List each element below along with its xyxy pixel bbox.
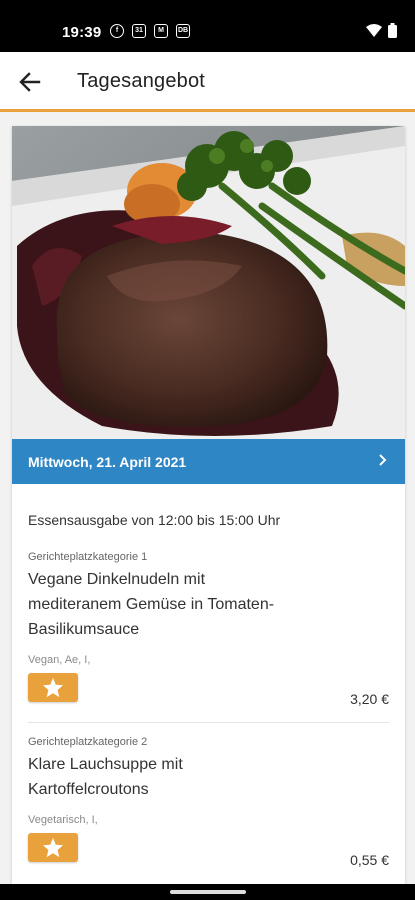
battery-icon <box>388 23 397 38</box>
divider <box>28 722 389 723</box>
back-button[interactable] <box>16 68 44 96</box>
app-screen: Tagesangebot Mittwoch, 21. April 2021 Es… <box>0 52 415 884</box>
system-icons <box>366 23 397 38</box>
notification-icons: f 31 M DB <box>110 24 190 38</box>
dish-name: Vegane Dinkelnudeln mit mediteranem Gemü… <box>28 567 389 642</box>
dish-photo <box>12 126 405 439</box>
status-time: 19:39 <box>62 24 102 41</box>
star-icon <box>42 837 64 858</box>
arrow-back-icon <box>19 72 41 92</box>
dish-name: Klare Lauchsuppe mit Kartoffelcroutons <box>28 752 389 802</box>
dish-tags: Vegan, Ae, I, <box>28 654 91 666</box>
dish-price: 0,55 € <box>350 852 389 868</box>
home-indicator[interactable] <box>170 890 246 894</box>
wifi-icon <box>366 24 382 37</box>
rate-button[interactable] <box>28 833 78 862</box>
dish-item: Gerichteplatzkategorie 2 Klare Lauchsupp… <box>28 736 389 802</box>
date-label: Mittwoch, 21. April 2021 <box>28 454 187 470</box>
dish-item: Gerichteplatzkategorie 1 Vegane Dinkelnu… <box>28 551 389 642</box>
serving-hours: Essensausgabe von 12:00 bis 15:00 Uhr <box>28 512 281 528</box>
dish-price: 3,20 € <box>350 691 389 707</box>
flipboard-icon: f <box>110 24 124 38</box>
dish-tags: Vegetarisch, I, <box>28 814 98 826</box>
gmail-icon: M <box>154 24 168 38</box>
star-icon <box>42 677 64 698</box>
rate-button[interactable] <box>28 673 78 702</box>
dish-name-line: mediteranem Gemüse in Tomaten- <box>28 596 275 613</box>
dish-category: Gerichteplatzkategorie 2 <box>28 736 148 748</box>
chevron-right-icon <box>379 454 387 466</box>
offer-card: Mittwoch, 21. April 2021 Essensausgabe v… <box>12 126 405 884</box>
app-bar: Tagesangebot <box>0 52 415 112</box>
page-title: Tagesangebot <box>77 70 206 92</box>
dish-name-line: Kartoffelcroutons <box>28 781 149 798</box>
db-icon: DB <box>176 24 190 38</box>
calendar-31-icon: 31 <box>132 24 146 38</box>
status-bar: 19:39 f 31 M DB <box>0 0 415 52</box>
date-selector[interactable]: Mittwoch, 21. April 2021 <box>12 439 405 484</box>
system-nav-bar <box>0 884 415 900</box>
dish-category: Gerichteplatzkategorie 1 <box>28 551 148 563</box>
dish-name-line: Klare Lauchsuppe mit <box>28 756 183 773</box>
dish-name-line: Basilikumsauce <box>28 621 140 638</box>
dish-name-line: Vegane Dinkelnudeln mit <box>28 571 206 588</box>
